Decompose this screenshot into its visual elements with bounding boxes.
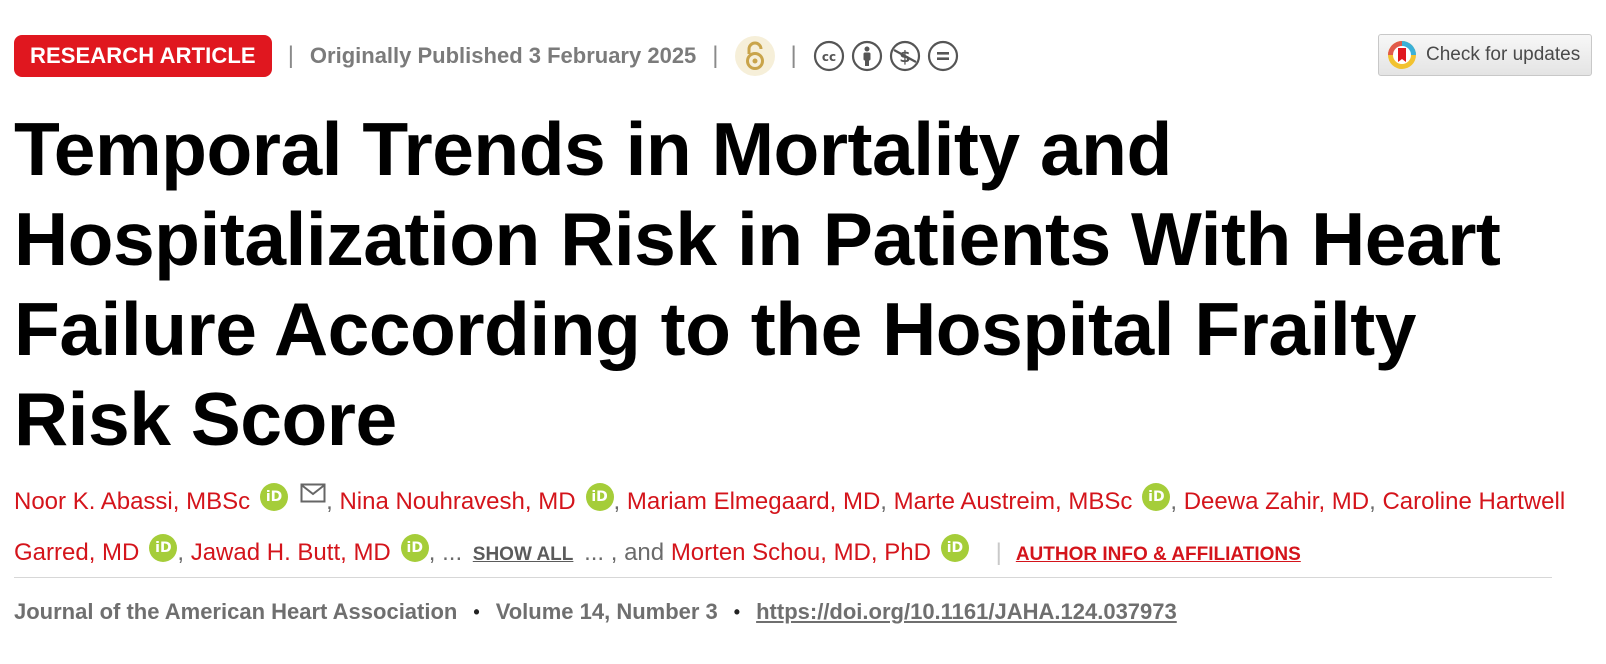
show-all-authors-link[interactable]: SHOW ALL	[473, 544, 574, 565]
orcid-icon[interactable]: iD	[1142, 483, 1171, 511]
orcid-icon[interactable]: iD	[940, 534, 969, 562]
crossmark-icon	[1388, 41, 1416, 69]
journal-citation-row: Journal of the American Heart Associatio…	[14, 597, 1177, 627]
author-separator: ,	[880, 488, 887, 515]
author-link[interactable]: Nina Nouhravesh, MD	[339, 488, 575, 515]
citation-bullet: •	[733, 601, 741, 622]
journal-volume: Volume 14, Number 3	[495, 599, 718, 624]
author-separator: ,	[1369, 488, 1376, 515]
orcid-icon[interactable]: iD	[585, 483, 614, 511]
header-divider	[14, 577, 1552, 578]
meta-separator: |	[712, 42, 719, 69]
author-link[interactable]: Deewa Zahir, MD	[1184, 488, 1369, 515]
publication-date: Originally Published 3 February 2025	[309, 43, 697, 68]
author-link[interactable]: Marte Austreim, MBSc	[894, 488, 1133, 515]
open-access-icon[interactable]	[734, 36, 775, 76]
cc-nc-icon: $	[889, 40, 920, 72]
orcid-icon[interactable]: iD	[260, 483, 289, 511]
meta-separator: |	[790, 42, 797, 69]
author-link[interactable]: Mariam Elmegaard, MD	[627, 488, 880, 515]
author-separator: ,	[326, 488, 333, 515]
article-header: RESEARCH ARTICLE | Originally Published …	[0, 0, 1606, 664]
svg-text:cc: cc	[822, 50, 836, 64]
mail-icon[interactable]	[300, 483, 326, 503]
citation-bullet: •	[473, 601, 480, 622]
author-separator: ,	[613, 488, 621, 515]
author-ellipsis: ... , and	[584, 539, 665, 566]
author-separator: ,	[1170, 488, 1178, 515]
author-info-affiliations-link[interactable]: AUTHOR INFO & AFFILIATIONS	[1016, 544, 1301, 565]
author-ellipsis: , ...	[428, 539, 463, 566]
cc-nd-icon	[927, 40, 958, 72]
author-link[interactable]: Morten Schou, MD, PhD	[671, 539, 931, 566]
doi-link[interactable]: https://doi.org/10.1161/JAHA.124.037973	[756, 599, 1177, 625]
article-title: Temporal Trends in Mortality and Hospita…	[14, 107, 1501, 461]
author-link[interactable]: Jawad H. Butt, MD	[191, 539, 391, 566]
creative-commons-license[interactable]: cc $	[813, 40, 959, 72]
journal-name: Journal of the American Heart Associatio…	[14, 599, 458, 624]
author-separator: ,	[177, 539, 185, 566]
article-meta-row: RESEARCH ARTICLE | Originally Published …	[14, 35, 959, 77]
orcid-icon[interactable]: iD	[149, 534, 178, 562]
check-for-updates-label: Check for updates	[1426, 44, 1581, 65]
cc-by-icon	[851, 40, 882, 72]
author-link[interactable]: Noor K. Abassi, MBSc	[14, 488, 250, 515]
meta-separator: |	[287, 42, 294, 69]
cc-icon: cc	[813, 40, 844, 72]
check-for-updates-button[interactable]: Check for updates	[1378, 34, 1592, 76]
affiliations-separator: |	[995, 539, 1002, 566]
article-type-badge: RESEARCH ARTICLE	[14, 35, 272, 77]
author-list: Noor K. Abassi, MBSc iD, Nina Nouhravesh,…	[14, 476, 1574, 580]
orcid-icon[interactable]: iD	[400, 534, 429, 562]
